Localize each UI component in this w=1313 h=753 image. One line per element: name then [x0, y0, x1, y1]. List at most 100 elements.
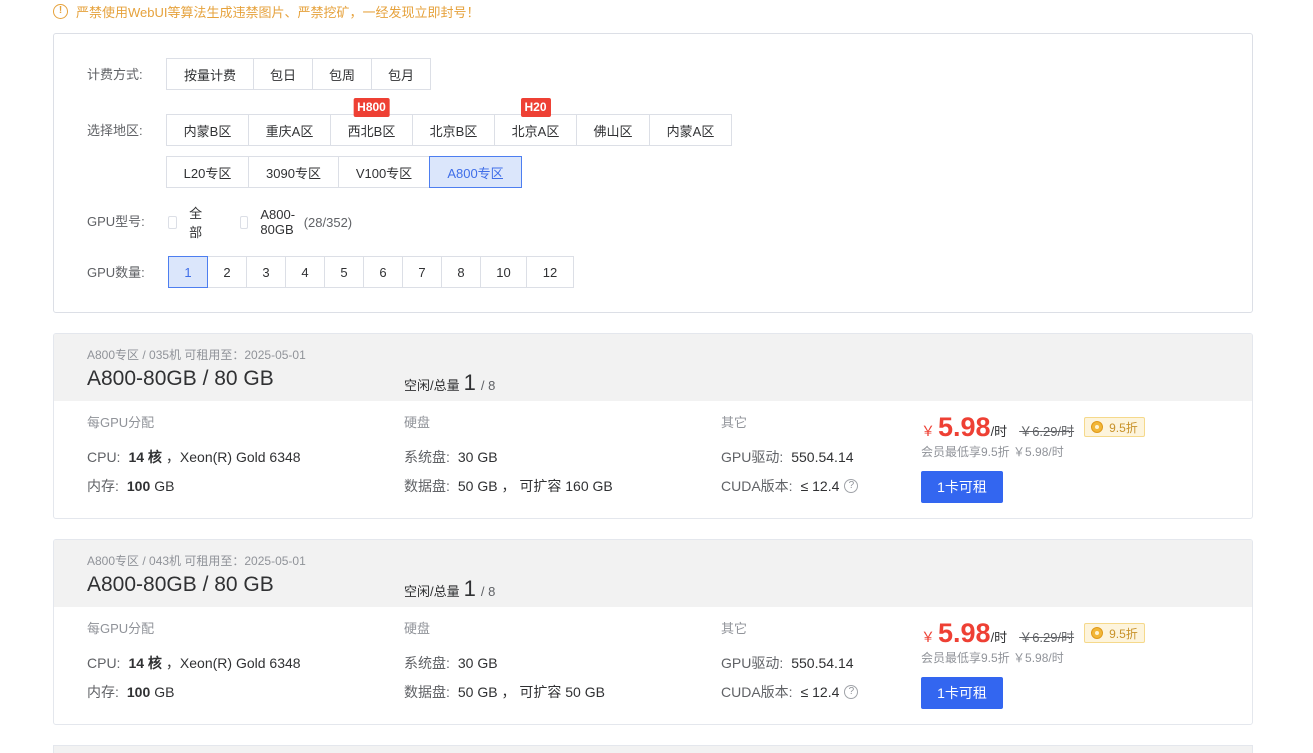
region-option-label: 内蒙B区	[183, 123, 232, 139]
other-column: 其它 GPU驱动: 550.54.14 CUDA版本: ≤ 12.4?	[721, 618, 859, 706]
cpu-cores: 14 核	[128, 448, 162, 465]
gpu-count-option[interactable]: 5	[324, 256, 364, 288]
gpu-count-option[interactable]: 8	[441, 256, 481, 288]
region-option[interactable]: 3090专区	[248, 156, 339, 188]
idle-count: 1	[463, 370, 476, 395]
region-option-label: 内蒙A区	[666, 123, 715, 139]
filter-panel: 计费方式: 按量计费 包日 包周 包月 选择地区: 内蒙B区 重庆A区 H800…	[53, 33, 1253, 313]
region-option[interactable]: H800 西北B区	[330, 98, 413, 146]
price-line: ￥ 5.98 /时 ￥6.29/时 9.5折	[921, 618, 1145, 648]
gpu-count-option[interactable]: 6	[363, 256, 403, 288]
driver-line: GPU驱动: 550.54.14	[721, 442, 858, 471]
idle-count: 1	[463, 576, 476, 601]
mem-value: 100	[126, 477, 151, 494]
data-disk-line: 数据盘: 50 GB ， 可扩容 50 GB	[404, 677, 605, 706]
disk-column: 硬盘 系统盘: 30 GB 数据盘: 50 GB ， 可扩容 160 GB	[404, 412, 613, 500]
total-count: / 8	[480, 584, 496, 599]
gpu-count-option[interactable]: 2	[207, 256, 247, 288]
region-option[interactable]: 内蒙A区	[649, 114, 732, 146]
sys-disk-line: 系统盘: 30 GB	[404, 442, 613, 471]
billing-option-monthly[interactable]: 包月	[371, 58, 431, 90]
cuda-value: ≤ 12.4	[800, 477, 840, 494]
currency-symbol: ￥	[921, 423, 935, 439]
cuda-value: ≤ 12.4	[800, 683, 840, 700]
billing-option-pay-as-you-go[interactable]: 按量计费	[166, 58, 254, 90]
region-option-selected[interactable]: A800专区	[429, 156, 522, 188]
data-disk-value: 50 GB ， 可扩容 50 GB	[457, 683, 605, 700]
sys-disk-value: 30 GB	[457, 654, 498, 671]
region-option[interactable]: 北京B区	[412, 114, 495, 146]
billing-option-daily[interactable]: 包日	[253, 58, 313, 90]
rent-button[interactable]: 1卡可租	[921, 677, 1003, 709]
region-option[interactable]: 内蒙B区	[166, 114, 249, 146]
gpu-count-option[interactable]: 12	[526, 256, 574, 288]
region-options-row1: 内蒙B区 重庆A区 H800 西北B区 北京B区 H20 北京A区 佛山区 内蒙A区	[166, 98, 732, 146]
column-header: 其它	[721, 621, 748, 636]
question-circle-icon[interactable]: ?	[844, 478, 859, 493]
region-option[interactable]: 佛山区	[576, 114, 650, 146]
cpu-key: CPU:	[87, 654, 121, 671]
checkbox-box[interactable]	[240, 215, 249, 229]
region-option-label: 重庆A区	[265, 123, 314, 139]
rent-button[interactable]: 1卡可租	[921, 471, 1003, 503]
cuda-key: CUDA版本:	[721, 477, 793, 494]
currency-symbol: ￥	[921, 629, 935, 645]
warning-banner: ! 严禁使用WebUI等算法生成违禁图片、严禁挖矿，一经发现立即封号！	[53, 0, 480, 22]
region-option-label: 西北B区	[347, 123, 396, 139]
column-header: 每GPU分配	[87, 621, 155, 636]
gpu-count-option[interactable]: 4	[285, 256, 325, 288]
region-option[interactable]: V100专区	[338, 156, 430, 188]
question-circle-icon[interactable]: ?	[844, 684, 859, 699]
discount-badge: 9.5折	[1084, 417, 1145, 437]
column-header: 其它	[721, 415, 748, 430]
sys-disk-value: 30 GB	[457, 448, 498, 465]
sys-disk-key: 系统盘:	[404, 654, 450, 671]
gpu-model-all-checkbox[interactable]: 全部	[168, 206, 206, 240]
column-header: 每GPU分配	[87, 415, 155, 430]
per-gpu-column: 每GPU分配 CPU: 14 核，Xeon(R) Gold 6348 内存: 100…	[87, 618, 301, 706]
mem-unit: GB	[154, 477, 175, 494]
cuda-line: CUDA版本: ≤ 12.4?	[721, 677, 859, 706]
card-title: A800-80GB / 80 GB	[87, 573, 274, 596]
discount-text: 9.5折	[1109, 420, 1138, 435]
gpu-count-label: GPU数量:	[87, 265, 145, 280]
column-header: 硬盘	[404, 621, 431, 636]
coin-icon	[1091, 627, 1104, 639]
checkbox-box[interactable]	[168, 215, 178, 229]
driver-value: 550.54.14	[791, 448, 854, 465]
mem-line: 内存: 100 GB	[87, 471, 301, 500]
gpu-model-a800-checkbox[interactable]: A800-80GB (28/352)	[240, 206, 352, 238]
price-area: ￥ 5.98 /时 ￥6.29/时 9.5折 会员最低享9.5折 ￥5.98/时…	[921, 618, 1145, 709]
driver-key: GPU驱动:	[721, 654, 784, 671]
mem-key: 内存:	[87, 683, 119, 700]
sys-disk-key: 系统盘:	[404, 448, 450, 465]
gpu-count-option-selected[interactable]: 1	[168, 256, 208, 288]
billing-label: 计费方式:	[87, 67, 143, 82]
region-option[interactable]: 重庆A区	[248, 114, 331, 146]
price-unit: /时	[990, 424, 1008, 439]
region-option[interactable]: H20 北京A区	[494, 98, 577, 146]
gpu-model-count: (28/352)	[303, 214, 353, 230]
cpu-model: ，Xeon(R) Gold 6348	[165, 448, 301, 465]
price-unit: /时	[990, 630, 1008, 645]
region-option[interactable]: L20专区	[166, 156, 249, 188]
data-disk-key: 数据盘:	[404, 477, 450, 494]
cuda-line: CUDA版本: ≤ 12.4?	[721, 471, 859, 500]
disk-column: 硬盘 系统盘: 30 GB 数据盘: 50 GB ， 可扩容 50 GB	[404, 618, 605, 706]
mem-unit: GB	[154, 683, 175, 700]
machine-card-partial	[53, 745, 1253, 753]
card-header: A800专区 / 035机 可租用至：2025-05-01 A800-80GB …	[54, 334, 1252, 401]
mem-key: 内存:	[87, 477, 119, 494]
gpu-count-option[interactable]: 3	[246, 256, 286, 288]
region-options-row2: L20专区 3090专区 V100专区 A800专区	[166, 156, 522, 188]
gpu-count-option[interactable]: 10	[480, 256, 527, 288]
region-option-label: 北京A区	[511, 123, 560, 139]
other-column: 其它 GPU驱动: 550.54.14 CUDA版本: ≤ 12.4?	[721, 412, 859, 500]
gpu-count-option[interactable]: 7	[402, 256, 442, 288]
idle-label: 空闲/总量	[404, 378, 460, 393]
cpu-line: CPU: 14 核，Xeon(R) Gold 6348	[87, 648, 301, 677]
discount-badge: 9.5折	[1084, 623, 1145, 643]
idle-label: 空闲/总量	[404, 584, 460, 599]
billing-option-weekly[interactable]: 包周	[312, 58, 372, 90]
region-tag: H800	[353, 98, 390, 117]
